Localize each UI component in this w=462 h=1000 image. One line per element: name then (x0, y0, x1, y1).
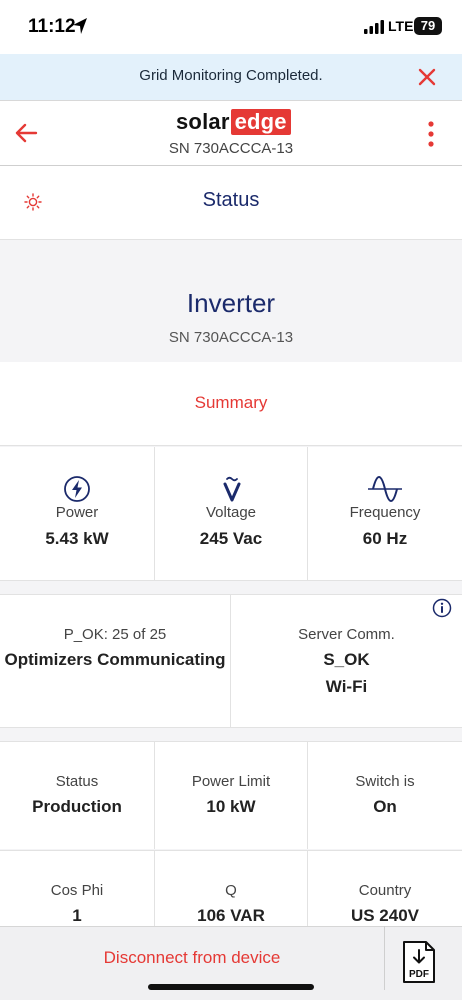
status-value: 10 kW (206, 797, 256, 816)
header-serial-number: SN 730ACCCA-13 (168, 140, 294, 157)
grid-settings-row: Cos Phi 1 Q 106 VAR Country US 240V (0, 850, 462, 930)
logo-text-solar: solar (176, 109, 230, 134)
banner-message: Grid Monitoring Completed. (139, 67, 323, 84)
device-status-bar: 11:12 LTE 79 (0, 0, 462, 54)
disconnect-button[interactable]: Disconnect from device (0, 948, 384, 968)
metric-power: Power 5.43 kW (0, 447, 154, 580)
frequency-icon (368, 476, 402, 502)
optimizers-count: P_OK: 25 of 25 (63, 626, 167, 643)
battery-level: 79 (414, 17, 442, 35)
info-icon[interactable] (432, 598, 452, 618)
metric-label: Voltage (205, 504, 257, 521)
server-connection-type: Wi-Fi (325, 677, 368, 696)
optimizers-status: P_OK: 25 of 25 Optimizers Communicating (0, 595, 231, 727)
status-label: Switch is (355, 773, 415, 790)
status-label: Status (55, 773, 99, 790)
status-cell-country: Country US 240V (308, 851, 462, 930)
metric-label: Frequency (349, 504, 421, 521)
pdf-download-icon[interactable]: PDF (401, 940, 437, 984)
pdf-label: PDF (409, 969, 429, 980)
status-cell-production: Status Production (0, 742, 154, 849)
status-label: Power Limit (191, 773, 271, 790)
optimizers-state: Optimizers Communicating (4, 650, 226, 669)
status-cell-power-limit: Power Limit 10 kW (154, 742, 308, 849)
status-cell-cos-phi: Cos Phi 1 (0, 851, 154, 930)
cellular-signal-icon (364, 20, 384, 34)
summary-tab[interactable]: Summary (0, 393, 462, 413)
status-label: Country (358, 882, 412, 899)
status-label: Cos Phi (50, 882, 104, 899)
status-value: 106 VAR (197, 906, 265, 925)
clock: 11:12 (28, 16, 76, 37)
status-cell-switch: Switch is On (308, 742, 462, 849)
server-comm-status: S_OK (323, 650, 370, 669)
device-title: Inverter (186, 288, 276, 318)
network-type: LTE (388, 18, 414, 34)
server-communication-status: Server Comm. S_OK Wi-Fi (231, 595, 462, 727)
status-cell-q: Q 106 VAR (154, 851, 308, 930)
voltage-icon (223, 476, 241, 502)
metrics-grid: Power 5.43 kW Voltage 245 Vac Frequency … (0, 447, 462, 581)
bottom-bar-divider (384, 926, 385, 990)
metric-value: 60 Hz (362, 529, 408, 548)
power-icon (64, 476, 90, 502)
status-value: 1 (72, 906, 82, 925)
location-arrow-icon (73, 18, 87, 34)
close-icon[interactable] (414, 64, 440, 90)
logo-text-edge: edge (230, 109, 291, 135)
status-value: On (373, 797, 397, 816)
more-options-icon[interactable] (420, 119, 442, 149)
server-comm-label: Server Comm. (298, 626, 395, 643)
section-title: Status (202, 189, 260, 211)
solaredge-logo: solar edge (176, 109, 291, 135)
status-value: US 240V (350, 906, 420, 925)
device-serial-number: SN 730ACCCA-13 (168, 329, 294, 346)
metric-value: 245 Vac (199, 529, 263, 548)
metric-frequency: Frequency 60 Hz (308, 447, 462, 580)
metric-label: Power (55, 504, 99, 521)
status-value: Production (32, 797, 122, 816)
metric-value: 5.43 kW (45, 529, 109, 548)
status-label: Q (225, 882, 237, 899)
communication-panel: P_OK: 25 of 25 Optimizers Communicating … (0, 594, 462, 728)
metric-voltage: Voltage 245 Vac (154, 447, 308, 580)
notification-banner: Grid Monitoring Completed. (0, 54, 462, 100)
status-grid: Status Production Power Limit 10 kW Swit… (0, 741, 462, 849)
home-indicator[interactable] (148, 984, 314, 990)
